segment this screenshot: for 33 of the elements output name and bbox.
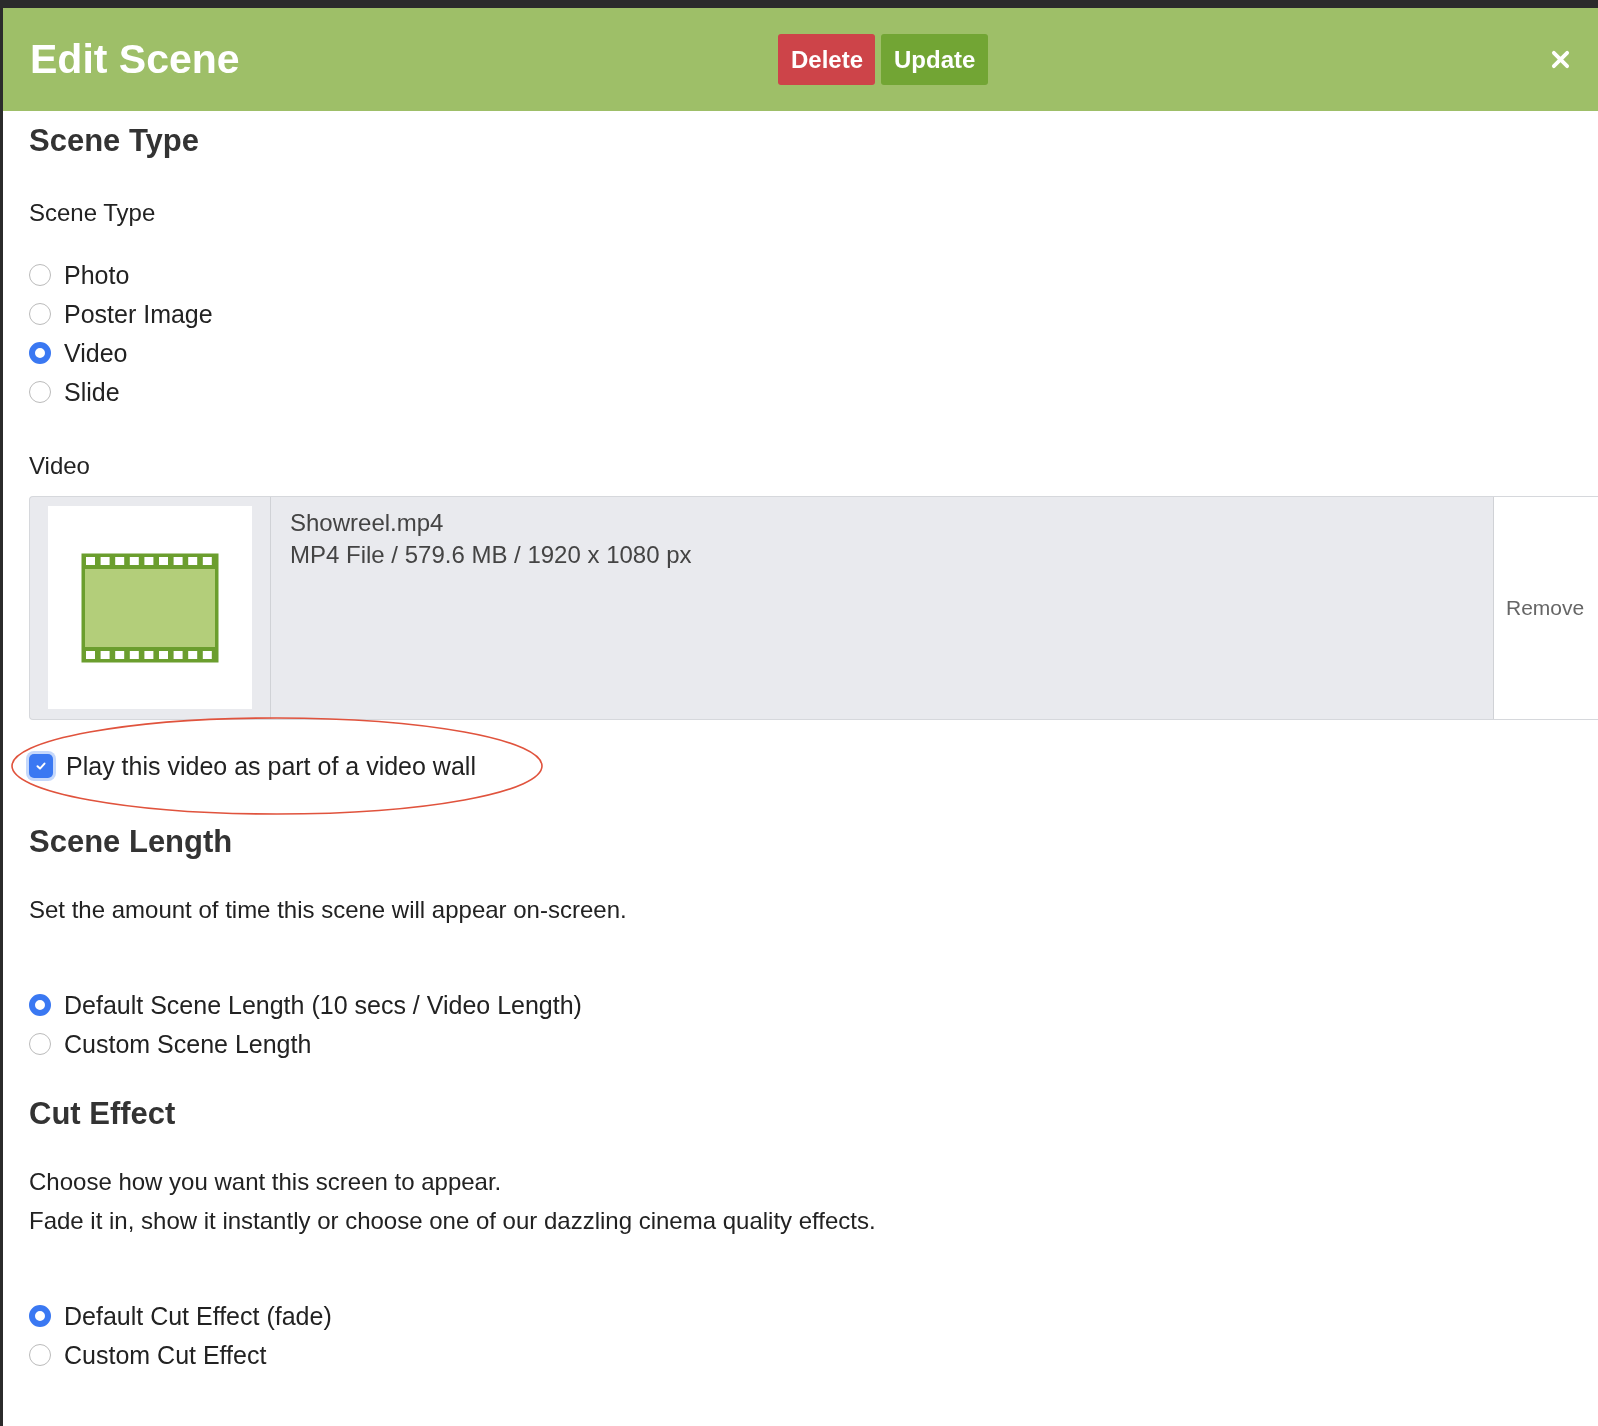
close-icon[interactable]: [1551, 50, 1570, 69]
field-label: Video: [29, 452, 91, 480]
dialog-title: Edit Scene: [30, 36, 241, 83]
field-label: Scene Type: [29, 199, 157, 227]
radio-option[interactable]: Default Scene Length (10 secs / Video Length): [29, 991, 582, 1019]
description-text: Choose how you want this screen to appear.: [29, 1167, 503, 1197]
delete-button[interactable]: Delete: [778, 34, 875, 85]
radio-button[interactable]: [29, 342, 51, 364]
radio-button[interactable]: [29, 1305, 51, 1327]
check-icon: [35, 760, 47, 772]
description-text: Set the amount of time this scene will appear on-screen.: [29, 895, 628, 925]
radio-option[interactable]: Slide: [29, 378, 120, 406]
checkbox[interactable]: [29, 754, 53, 778]
file-details: MP4 File / 579.6 MB / 1920 x 1080 px: [290, 540, 693, 570]
description-text: Fade it in, show it instantly or choose one of our dazzling cinema quality effects.: [29, 1206, 877, 1236]
file-name: Showreel.mp4: [290, 508, 445, 538]
radio-option[interactable]: Custom Scene Length: [29, 1030, 312, 1058]
section-heading: Scene Type: [29, 123, 200, 159]
radio-button[interactable]: [29, 303, 51, 325]
radio-button[interactable]: [29, 381, 51, 403]
radio-button[interactable]: [29, 264, 51, 286]
radio-option[interactable]: Default Cut Effect (fade): [29, 1302, 332, 1330]
radio-option[interactable]: Poster Image: [29, 300, 213, 328]
section-heading: Cut Effect: [29, 1096, 177, 1132]
radio-option[interactable]: Photo: [29, 261, 130, 289]
section-heading: Scene Length: [29, 824, 234, 860]
radio-option[interactable]: Custom Cut Effect: [29, 1341, 267, 1369]
radio-button[interactable]: [29, 1344, 51, 1366]
radio-option[interactable]: Video: [29, 339, 128, 367]
radio-button[interactable]: [29, 1033, 51, 1055]
radio-button[interactable]: [29, 994, 51, 1016]
remove-button[interactable]: Remove: [1493, 497, 1598, 719]
film-strip-icon: [80, 551, 220, 664]
